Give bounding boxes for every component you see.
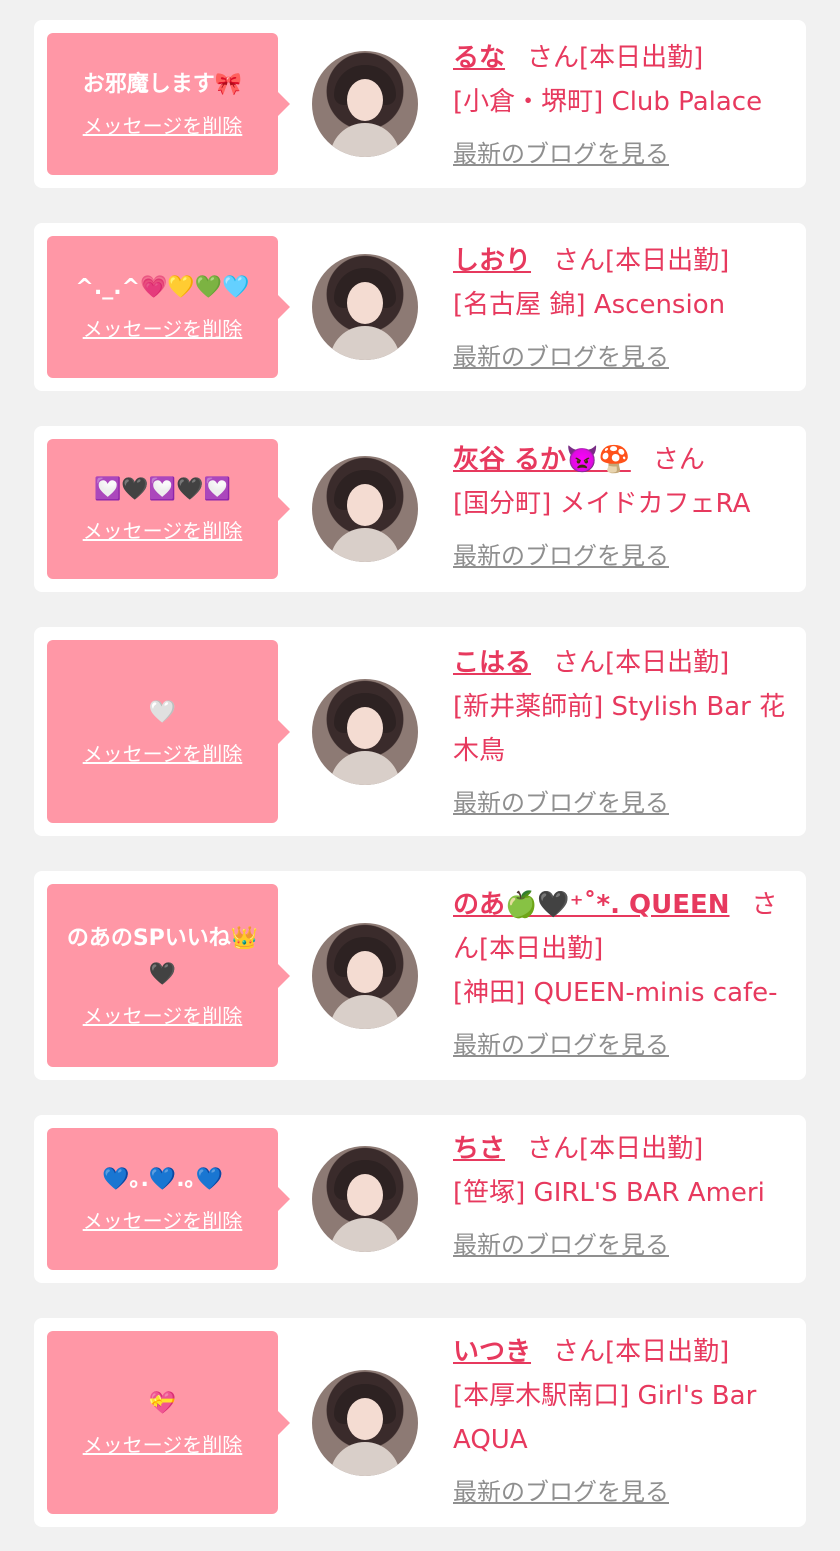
latest-blog-link[interactable]: 最新のブログを見る (453, 134, 669, 174)
cast-name-link[interactable]: るな (453, 43, 505, 73)
latest-blog-link[interactable]: 最新のブログを見る (453, 783, 669, 823)
cast-name-link[interactable]: しおり (453, 246, 531, 276)
cast-info: るな さん[本日出勤] [小倉・堺町] Club Palace 最新のブログを見る (453, 36, 786, 174)
cast-info: のあ🍏🖤⁺˚*. QUEEN さん[本日出勤] [神田] QUEEN-minis … (453, 883, 786, 1065)
message-card: ^._.^💗💛💚🩵 メッセージを削除 しおり さん[本日出勤] [名古屋 錦] A… (34, 223, 806, 391)
status-badge: [本日出勤] (579, 1134, 704, 1164)
latest-blog-link[interactable]: 最新のブログを見る (453, 1225, 669, 1265)
message-card: 💙｡.💙.｡💙 メッセージを削除 ちさ さん[本日出勤] [笹塚] GIRL'S … (34, 1115, 806, 1283)
message-card: 💝 メッセージを削除 いつき さん[本日出勤] [本厚木駅南口] Girl's B… (34, 1318, 806, 1527)
message-bubble: 🤍 メッセージを削除 (47, 640, 290, 823)
cast-info: ちさ さん[本日出勤] [笹塚] GIRL'S BAR Ameri 最新のブログを… (453, 1127, 786, 1265)
status-badge: [本日出勤] (605, 1337, 730, 1367)
honorific: さん (553, 648, 606, 678)
message-bubble: ^._.^💗💛💚🩵 メッセージを削除 (47, 236, 290, 378)
latest-blog-link[interactable]: 最新のブログを見る (453, 1025, 669, 1065)
name-line: るな さん[本日出勤] (453, 36, 786, 80)
message-text: ^._.^💗💛💚🩵 (75, 275, 250, 300)
cast-name-link[interactable]: いつき (453, 1337, 531, 1367)
status-badge: [本日出勤] (579, 43, 704, 73)
delete-message-link[interactable]: メッセージを削除 (83, 1206, 243, 1236)
message-text: 💙｡.💙.｡💙 (102, 1167, 223, 1192)
delete-message-link[interactable]: メッセージを削除 (83, 1001, 243, 1031)
message-list: お邪魔します🎀 メッセージを削除 るな さん[本日出勤] [小倉・堺町] Club… (0, 0, 840, 1551)
name-line: こはる さん[本日出勤] (453, 641, 786, 685)
message-text: のあのSPいいね👑🖤 (66, 925, 259, 987)
honorific: さん (553, 246, 606, 276)
message-bubble: 💙｡.💙.｡💙 メッセージを削除 (47, 1128, 290, 1270)
latest-blog-link[interactable]: 最新のブログを見る (453, 536, 669, 576)
message-card: お邪魔します🎀 メッセージを削除 るな さん[本日出勤] [小倉・堺町] Club… (34, 20, 806, 188)
avatar[interactable] (312, 1146, 418, 1252)
message-bubble: 💟🖤💟🖤💟 メッセージを削除 (47, 439, 290, 579)
cast-name-link[interactable]: こはる (453, 648, 531, 678)
name-line: のあ🍏🖤⁺˚*. QUEEN さん[本日出勤] (453, 883, 786, 971)
message-text: 🤍 (148, 699, 177, 725)
store-name: [笹塚] GIRL'S BAR Ameri (453, 1178, 765, 1208)
honorific: さん (553, 1337, 606, 1367)
avatar[interactable] (312, 254, 418, 360)
latest-blog-link[interactable]: 最新のブログを見る (453, 337, 669, 377)
honorific: さん (527, 1134, 580, 1164)
delete-message-link[interactable]: メッセージを削除 (83, 1430, 243, 1460)
message-bubble: お邪魔します🎀 メッセージを削除 (47, 33, 290, 175)
status-badge: [本日出勤] (479, 934, 604, 964)
cast-info: こはる さん[本日出勤] [新井薬師前] Stylish Bar 花木鳥 最新のブ… (453, 641, 786, 823)
name-line: しおり さん[本日出勤] (453, 239, 786, 283)
name-line: 灰谷 るか👿🍄 さん (453, 438, 786, 482)
cast-name-link[interactable]: 灰谷 るか👿🍄 (453, 445, 631, 475)
latest-blog-link[interactable]: 最新のブログを見る (453, 1472, 669, 1512)
delete-message-link[interactable]: メッセージを削除 (83, 739, 243, 769)
message-card: 🤍 メッセージを削除 こはる さん[本日出勤] [新井薬師前] Stylish B… (34, 627, 806, 836)
avatar[interactable] (312, 1370, 418, 1476)
avatar[interactable] (312, 51, 418, 157)
cast-info: 灰谷 るか👿🍄 さん [国分町] メイドカフェRA 最新のブログを見る (453, 438, 786, 576)
cast-name-link[interactable]: のあ🍏🖤⁺˚*. QUEEN (453, 890, 730, 920)
cast-info: いつき さん[本日出勤] [本厚木駅南口] Girl's Bar AQUA 最新の… (453, 1330, 786, 1512)
store-name: [名古屋 錦] Ascension (453, 290, 726, 320)
cast-name-link[interactable]: ちさ (453, 1134, 505, 1164)
message-card: 💟🖤💟🖤💟 メッセージを削除 灰谷 るか👿🍄 さん [国分町] メイドカフェRA … (34, 426, 806, 592)
avatar[interactable] (312, 923, 418, 1029)
message-bubble: のあのSPいいね👑🖤 メッセージを削除 (47, 884, 290, 1067)
message-bubble: 💝 メッセージを削除 (47, 1331, 290, 1514)
status-badge: [本日出勤] (605, 246, 730, 276)
honorific: さん (652, 445, 705, 475)
message-text: 💟🖤💟🖤💟 (94, 477, 231, 502)
message-text: お邪魔します🎀 (82, 72, 243, 97)
store-name: [国分町] メイドカフェRA (453, 489, 751, 519)
store-name: [神田] QUEEN-minis cafe- (453, 978, 778, 1008)
avatar[interactable] (312, 456, 418, 562)
message-card: のあのSPいいね👑🖤 メッセージを削除 のあ🍏🖤⁺˚*. QUEEN さん[本日出… (34, 871, 806, 1080)
avatar[interactable] (312, 679, 418, 785)
delete-message-link[interactable]: メッセージを削除 (83, 516, 243, 546)
honorific: さん (527, 43, 580, 73)
message-text: 💝 (148, 1390, 177, 1416)
store-name: [本厚木駅南口] Girl's Bar AQUA (453, 1381, 757, 1455)
name-line: ちさ さん[本日出勤] (453, 1127, 786, 1171)
delete-message-link[interactable]: メッセージを削除 (83, 111, 243, 141)
status-badge: [本日出勤] (605, 648, 730, 678)
store-name: [新井薬師前] Stylish Bar 花木鳥 (453, 692, 786, 766)
delete-message-link[interactable]: メッセージを削除 (83, 314, 243, 344)
store-name: [小倉・堺町] Club Palace (453, 87, 763, 117)
name-line: いつき さん[本日出勤] (453, 1330, 786, 1374)
cast-info: しおり さん[本日出勤] [名古屋 錦] Ascension 最新のブログを見る (453, 239, 786, 377)
